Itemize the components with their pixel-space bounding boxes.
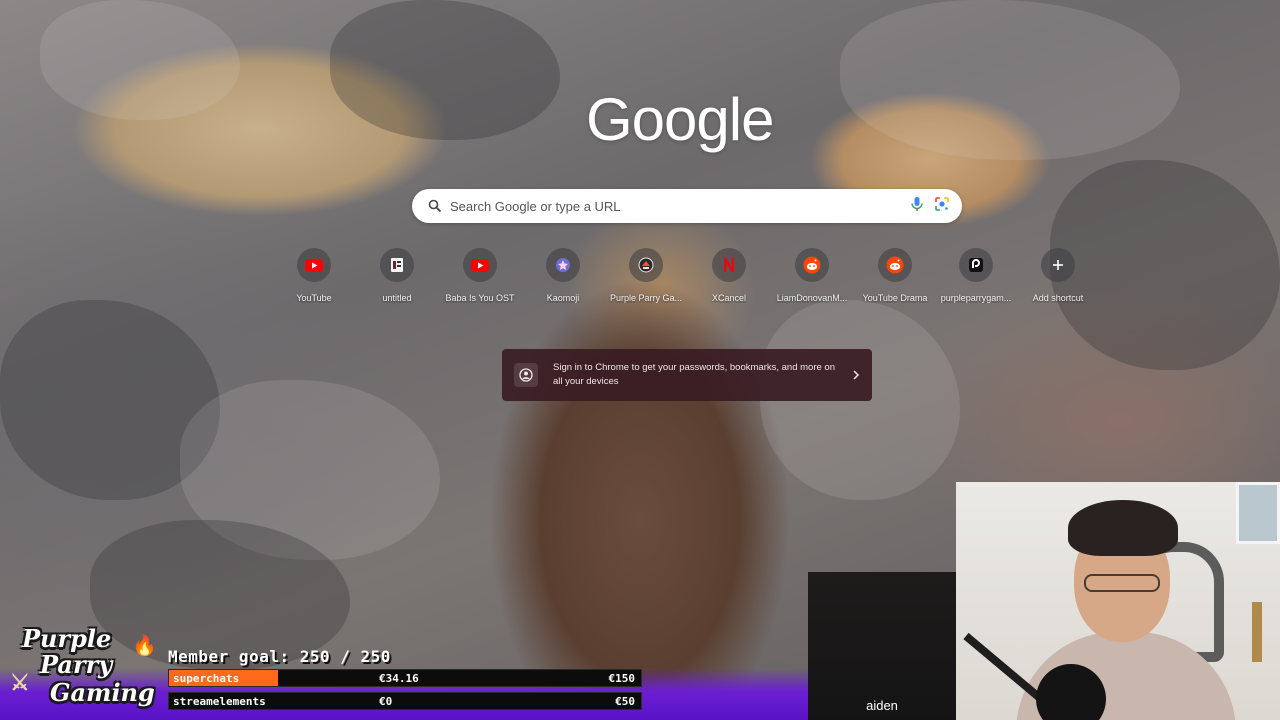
plus-icon <box>1052 259 1064 271</box>
chat-username: aiden <box>866 698 898 713</box>
doc-icon <box>390 257 404 273</box>
streamer-hair <box>1068 500 1178 556</box>
youtube-icon <box>305 258 323 272</box>
purple-parry-icon <box>638 257 654 273</box>
shortcut-baba-is-you-ost[interactable]: Baba Is You OST <box>439 248 521 310</box>
shortcut-purple-parry[interactable]: Purple Parry Ga... <box>605 248 687 310</box>
goal-max: €150 <box>608 672 636 685</box>
glasses <box>1084 574 1160 592</box>
mic-icon[interactable] <box>910 196 924 217</box>
goal-name: streamelements <box>173 695 266 708</box>
shortcut-label: Add shortcut <box>1032 293 1084 303</box>
search-icon <box>424 195 446 217</box>
shortcut-label: YouTube Drama <box>862 293 928 303</box>
plant-stand <box>1252 602 1262 662</box>
kaomoji-icon <box>555 257 571 273</box>
flame-icon: 🔥 <box>132 633 157 657</box>
search-input[interactable] <box>450 191 910 221</box>
shortcuts-row: YouTube untitled Baba Is You OST Kaomoji… <box>0 248 1280 310</box>
purple-parry-gaming-logo: Purple Parry Gaming 🔥 ⚔ <box>6 624 164 716</box>
shortcut-label: untitled <box>382 293 412 303</box>
goal-name: superchats <box>173 672 240 685</box>
wall-art <box>1236 482 1280 544</box>
shortcut-liamdonovan[interactable]: LiamDonovanM... <box>771 248 853 310</box>
google-lens-icon[interactable] <box>934 196 950 217</box>
shortcut-label: Purple Parry Ga... <box>609 293 683 303</box>
member-goal-title: Member goal: 250 / 250 <box>168 647 391 666</box>
add-shortcut-button[interactable]: Add shortcut <box>1017 248 1099 310</box>
sign-in-text: Sign in to Chrome to get your passwords,… <box>553 362 835 387</box>
youtube-icon <box>471 258 489 272</box>
goal-current: €0 <box>379 695 393 708</box>
webcam-feed <box>956 482 1280 720</box>
logo-line-2: Parry <box>40 650 113 679</box>
n-icon <box>722 257 736 273</box>
app-icon <box>968 257 984 273</box>
swords-icon: ⚔ <box>10 670 30 696</box>
shortcut-label: YouTube <box>296 293 332 303</box>
google-logo: Google <box>586 86 774 153</box>
reddit-icon <box>803 256 821 274</box>
shortcut-label: Kaomoji <box>546 293 580 303</box>
goal-current: €34.16 <box>379 672 419 685</box>
shortcut-youtube[interactable]: YouTube <box>273 248 355 310</box>
shortcut-label: XCancel <box>711 293 747 303</box>
shortcut-label: Baba Is You OST <box>445 293 515 303</box>
logo-line-1: Purple <box>22 624 112 653</box>
goal-row-superchats: superchats €34.16 €150 <box>168 669 642 687</box>
logo-line-3: Gaming <box>50 678 155 707</box>
reddit-icon <box>886 256 904 274</box>
shortcut-label: LiamDonovanM... <box>776 293 848 303</box>
shortcut-youtube-drama[interactable]: YouTube Drama <box>854 248 936 310</box>
shortcut-purpleparrygaming[interactable]: purpleparrygam... <box>935 248 1017 310</box>
search-box[interactable] <box>412 189 962 223</box>
shortcut-untitled[interactable]: untitled <box>356 248 438 310</box>
shortcut-label: purpleparrygam... <box>940 293 1012 303</box>
profile-icon <box>514 363 538 387</box>
shortcut-xcancel[interactable]: XCancel <box>688 248 770 310</box>
goal-row-streamelements: streamelements €0 €50 <box>168 692 642 710</box>
chat-box: aiden <box>808 572 956 720</box>
goal-max: €50 <box>615 695 635 708</box>
sign-in-banner[interactable]: Sign in to Chrome to get your passwords,… <box>502 349 872 401</box>
chevron-right-icon[interactable] <box>852 367 860 383</box>
shortcut-kaomoji[interactable]: Kaomoji <box>522 248 604 310</box>
